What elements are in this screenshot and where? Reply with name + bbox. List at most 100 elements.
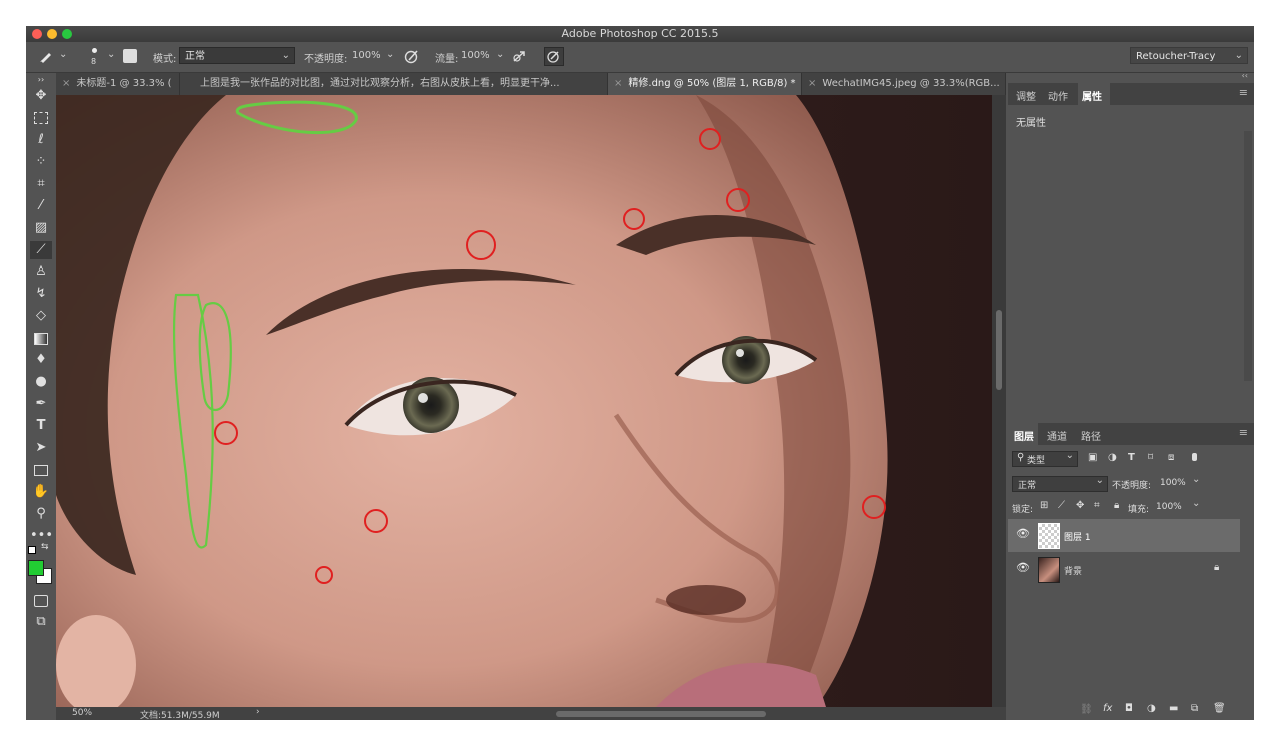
history-brush-icon[interactable]: ↯ — [30, 285, 52, 303]
layer-thumbnail-photo — [1038, 557, 1060, 583]
panel-menu-icon[interactable]: ≡ — [1239, 426, 1248, 439]
flow-label: 流量: — [435, 54, 459, 65]
pixel-filter-icon[interactable]: ▣ — [1088, 452, 1097, 463]
fill-value[interactable]: 100% — [1156, 502, 1182, 512]
lock-position-icon[interactable]: ✥ — [1076, 500, 1084, 511]
rectangle-icon[interactable] — [30, 461, 52, 479]
tab-adjustments[interactable]: 调整 — [1016, 88, 1036, 103]
zoom-icon[interactable]: ⚲ — [30, 505, 52, 523]
fx-icon[interactable]: fx — [1103, 703, 1112, 714]
right-panels: ‹‹ 调整 动作 属性 ≡ 无属性 图层 通道 路径 ≡ ⚲ 类型 ⌄ ▣ ◑ … — [1008, 71, 1254, 720]
panel-menu-icon[interactable]: ≡ — [1239, 86, 1248, 99]
new-layer-icon[interactable]: ⧉ — [1191, 703, 1198, 714]
type-icon[interactable]: T — [30, 417, 52, 435]
brush-icon[interactable] — [38, 48, 54, 64]
horizontal-scrollbar-thumb[interactable] — [556, 711, 766, 717]
photo-portrait — [56, 95, 992, 707]
stamp-icon[interactable]: ♙ — [30, 263, 52, 281]
airbrush-icon[interactable] — [512, 49, 530, 64]
tab-actions[interactable]: 动作 — [1048, 88, 1068, 103]
hand-icon[interactable]: ✋ — [30, 483, 52, 501]
tab-retouch-dng[interactable]: × 精修.dng @ 50% (图层 1, RGB/8) * — [608, 73, 802, 95]
workspace-select[interactable]: Retoucher-Tracy ⌄ — [1130, 47, 1248, 64]
shape-filter-icon[interactable]: ⌑ — [1148, 452, 1153, 463]
link-layers-icon[interactable]: ⛓ — [1080, 704, 1093, 715]
trash-icon[interactable]: 🗑︎ — [1213, 703, 1226, 714]
brush-preset-picker[interactable]: 8 — [88, 46, 102, 68]
tab-layers[interactable]: 图层 — [1008, 423, 1038, 445]
layer-row[interactable]: 👁︎ 背景 🔒︎ — [1008, 553, 1240, 586]
lock-all-icon[interactable]: 🔒︎ — [1114, 500, 1119, 511]
tab-properties-label: 属性 — [1082, 92, 1102, 103]
quick-mask-icon[interactable] — [30, 591, 52, 609]
close-icon[interactable]: × — [614, 78, 622, 89]
zoom-level[interactable]: 50% — [72, 708, 92, 718]
lock-artboard-icon[interactable]: ⌗ — [1094, 500, 1100, 511]
filter-toggle[interactable] — [1192, 453, 1197, 461]
tab-wechat-image[interactable]: × WechatIMG45.jpeg @ 33.3%(RGB... — [802, 73, 1006, 95]
adjustment-filter-icon[interactable]: ◑ — [1108, 452, 1117, 463]
quick-select-icon[interactable]: ⁘ — [30, 153, 52, 171]
layer-filter-select[interactable]: ⚲ 类型 ⌄ — [1012, 450, 1078, 467]
brush-tool-icon[interactable]: ⟋ — [30, 241, 52, 259]
mode-select[interactable]: 正常 ⌄ — [179, 47, 295, 64]
layer-row[interactable]: 👁︎ 图层 1 — [1008, 519, 1240, 552]
crop-icon[interactable]: ⌗ — [30, 175, 52, 193]
lasso-icon[interactable]: ℓ — [30, 131, 52, 149]
status-menu-arrow[interactable]: › — [256, 707, 260, 717]
pressure-opacity-icon[interactable] — [404, 49, 420, 64]
chevron-down-icon[interactable]: ⌄ — [107, 49, 115, 60]
dodge-icon[interactable]: ● — [30, 373, 52, 391]
tab-untitled[interactable]: × 未标题-1 @ 33.3% ( — [56, 73, 180, 95]
eye-icon[interactable]: 👁︎ — [1016, 561, 1030, 574]
vertical-scrollbar[interactable] — [992, 95, 1006, 707]
blur-icon[interactable]: ♦ — [30, 351, 52, 369]
chevron-down-icon[interactable]: ⌄ — [386, 49, 394, 60]
brush-panel-toggle-icon[interactable] — [123, 49, 137, 63]
brush-size-label: 8 — [91, 57, 97, 66]
flow-value[interactable]: 100% — [461, 50, 490, 61]
chevron-down-icon[interactable]: ⌄ — [1192, 498, 1200, 509]
eraser-icon[interactable]: ◇ — [30, 307, 52, 325]
move-icon[interactable]: ✥ — [30, 87, 52, 105]
pressure-size-button[interactable] — [544, 47, 564, 66]
layer-opacity-value[interactable]: 100% — [1160, 478, 1186, 488]
tab-channels[interactable]: 通道 — [1047, 428, 1067, 443]
tab-paths[interactable]: 路径 — [1081, 428, 1101, 443]
close-icon[interactable]: × — [808, 78, 816, 89]
add-mask-icon[interactable]: ◘ — [1125, 703, 1133, 714]
path-select-icon[interactable]: ➤ — [30, 439, 52, 457]
tab-properties[interactable]: 属性 — [1078, 83, 1110, 105]
gradient-icon[interactable] — [30, 329, 52, 347]
document-canvas[interactable] — [56, 95, 992, 707]
blend-mode-select[interactable]: 正常 ⌄ — [1012, 475, 1108, 492]
panel-collapse-icon[interactable]: ‹‹ — [1242, 71, 1248, 80]
pen-icon[interactable]: ✒ — [30, 395, 52, 413]
smart-object-filter-icon[interactable]: ⧈ — [1168, 452, 1174, 463]
opacity-value[interactable]: 100% — [352, 50, 381, 61]
foreground-color-swatch[interactable] — [28, 560, 44, 576]
chevron-down-icon[interactable]: ⌄ — [1192, 474, 1200, 485]
screen-mode-icon[interactable]: ⧉ — [30, 613, 52, 631]
properties-tabbar: 调整 动作 属性 ≡ — [1008, 83, 1254, 105]
chevron-down-icon[interactable]: ⌄ — [59, 49, 67, 60]
default-colors-icon[interactable] — [28, 546, 36, 554]
healing-icon[interactable]: ▨ — [30, 219, 52, 237]
group-folder-icon[interactable]: ▬ — [1169, 703, 1178, 714]
adjustment-layer-icon[interactable]: ◑ — [1147, 703, 1156, 714]
lock-pixels-icon[interactable]: ⟋ — [1058, 500, 1065, 511]
mode-value: 正常 — [185, 51, 205, 62]
eye-icon[interactable]: 👁︎ — [1016, 527, 1030, 540]
lock-transparent-icon[interactable]: ⊞ — [1040, 500, 1048, 511]
eyedropper-icon[interactable]: ⁄ — [30, 197, 52, 215]
scrollbar-thumb[interactable] — [996, 310, 1002, 390]
close-icon[interactable]: × — [62, 78, 70, 89]
document-size: 文档:51.3M/55.9M — [140, 711, 220, 720]
tab-comparison[interactable]: 上图是我一张作品的对比图，通过对比观察分析，右图从皮肤上看，明显更干净... — [180, 73, 608, 95]
layers-bottom-bar: ⛓ fx ◘ ◑ ▬ ⧉ 🗑︎ — [1008, 703, 1254, 720]
chevron-down-icon[interactable]: ⌄ — [496, 49, 504, 60]
type-filter-icon[interactable]: T — [1128, 452, 1135, 463]
properties-scrollbar[interactable] — [1244, 131, 1252, 381]
swap-colors-icon[interactable]: ⇆ — [41, 542, 49, 552]
marquee-icon[interactable] — [30, 109, 52, 127]
